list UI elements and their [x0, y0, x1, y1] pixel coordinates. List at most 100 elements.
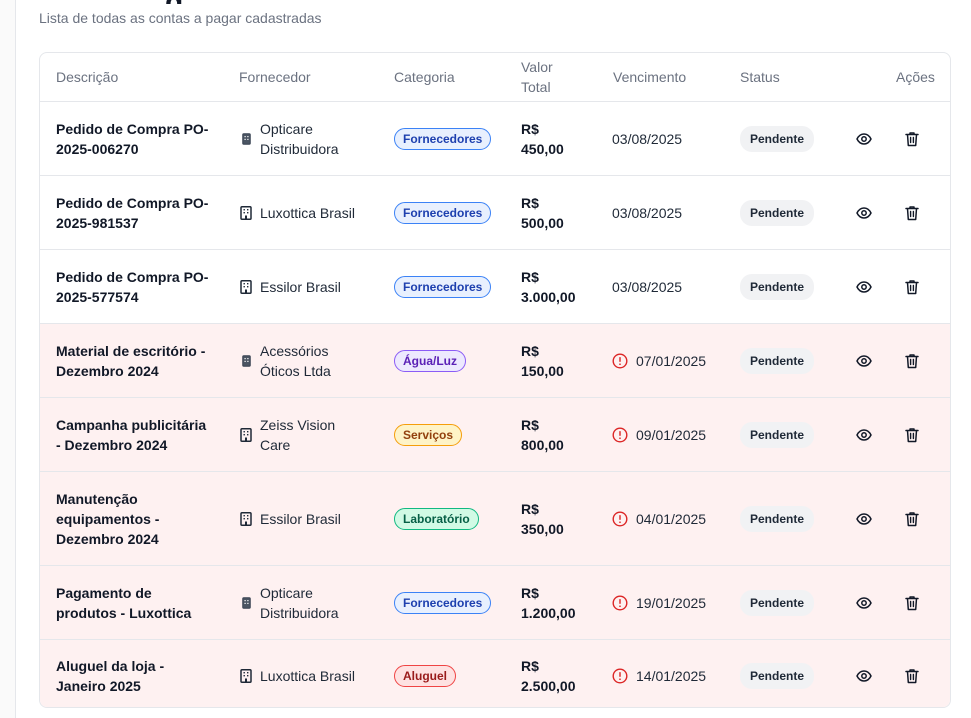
header-descricao[interactable]: Descrição	[56, 53, 118, 101]
supplier-name-line: Distribuidora	[260, 604, 339, 621]
due-date: 03/08/2025	[612, 278, 683, 295]
currency-symbol: R$	[521, 194, 539, 211]
supplier-cell: Essilor Brasil	[240, 250, 380, 323]
due-date-cell: 04/01/2025	[612, 472, 706, 565]
building-icon	[240, 669, 252, 683]
currency-symbol: R$	[521, 658, 539, 674]
view-action-cell	[856, 398, 872, 471]
description-line: Pedido de Compra PO-	[56, 268, 209, 285]
currency-symbol: R$	[521, 500, 539, 517]
amount: 800,00	[521, 436, 564, 453]
status-badge: Pendente	[740, 421, 815, 448]
description-line: 2025-981537	[56, 214, 139, 231]
trash-icon[interactable]	[905, 427, 919, 443]
left-rail	[0, 0, 16, 718]
amount: 500,00	[521, 214, 564, 231]
supplier-cell: Zeiss Vision Care	[240, 398, 380, 471]
trash-icon[interactable]	[905, 595, 919, 611]
supplier-cell: Opticare Distribuidora	[240, 566, 380, 639]
table-row: Aluguel da loja - Janeiro 2025 Luxottica B…	[40, 640, 950, 707]
delete-action-cell	[905, 472, 919, 565]
table-body: Pedido de Compra PO- 2025-006270 Opticare D…	[40, 102, 950, 707]
view-action-cell	[856, 566, 872, 639]
eye-icon[interactable]	[856, 668, 872, 684]
eye-icon[interactable]	[856, 131, 872, 147]
description-cell: Campanha publicitária - Dezembro 2024	[56, 398, 216, 471]
status-badge: Pendente	[740, 199, 815, 226]
alert-circle-icon	[612, 352, 628, 369]
trash-icon[interactable]	[905, 131, 919, 147]
delete-action-cell	[905, 324, 919, 397]
header-valor-total[interactable]: Valor Total	[521, 53, 553, 101]
status-cell: Pendente	[740, 176, 815, 249]
table-row: Pedido de Compra PO- 2025-577574 Essilor B…	[40, 250, 950, 324]
supplier-cell: Acessórios Óticos Ltda	[240, 324, 380, 397]
description-line: equipamentos -	[56, 510, 160, 527]
category-cell: Fornecedores	[394, 102, 492, 175]
due-date-cell: 09/01/2025	[612, 398, 706, 471]
supplier-name-line: Opticare	[260, 120, 313, 137]
view-action-cell	[856, 102, 872, 175]
description-line: produtos - Luxottica	[56, 604, 192, 621]
supplier-name-line: Care	[260, 436, 291, 453]
status-badge: Pendente	[740, 125, 815, 152]
amount: 2.500,00	[521, 678, 576, 694]
description-line: - Dezembro 2024	[56, 436, 168, 453]
building-icon	[240, 427, 252, 442]
page-title: g	[165, 0, 183, 4]
status-cell: Pendente	[740, 324, 815, 397]
table-row: Pagamento de produtos - Luxottica Opticare…	[40, 566, 950, 640]
header-status[interactable]: Status	[740, 53, 780, 101]
eye-icon[interactable]	[856, 511, 872, 527]
category-cell: Fornecedores	[394, 176, 492, 249]
supplier-name-line: Acessórios	[260, 342, 329, 359]
category-badge: Fornecedores	[394, 591, 492, 614]
description-cell: Manutenção equipamentos - Dezembro 2024	[56, 472, 216, 565]
description-line: Pagamento de	[56, 584, 152, 601]
category-cell: Serviços	[394, 398, 463, 471]
building-icon	[240, 354, 252, 367]
eye-icon[interactable]	[856, 353, 872, 369]
category-cell: Fornecedores	[394, 566, 492, 639]
trash-icon[interactable]	[905, 205, 919, 221]
category-badge: Fornecedores	[394, 127, 492, 150]
status-cell: Pendente	[740, 102, 815, 175]
view-action-cell	[856, 472, 872, 565]
accounts-payable-table: Descrição Fornecedor Categoria Valor Tot…	[39, 52, 951, 708]
status-cell: Pendente	[740, 250, 815, 323]
due-date: 19/01/2025	[636, 594, 707, 611]
category-cell: Água/Luz	[394, 324, 466, 397]
amount: 150,00	[521, 362, 564, 379]
supplier-cell: Luxottica Brasil	[240, 176, 380, 249]
status-cell: Pendente	[740, 472, 815, 565]
trash-icon[interactable]	[905, 668, 919, 684]
supplier-name-line: Zeiss Vision	[260, 416, 336, 433]
delete-action-cell	[905, 566, 919, 639]
due-date: 09/01/2025	[636, 426, 707, 443]
eye-icon[interactable]	[856, 279, 872, 295]
value-cell: R$ 1.200,00	[521, 566, 601, 639]
trash-icon[interactable]	[905, 353, 919, 369]
header-vencimento[interactable]: Vencimento	[613, 53, 686, 101]
trash-icon[interactable]	[905, 279, 919, 295]
trash-icon[interactable]	[905, 511, 919, 527]
header-categoria[interactable]: Categoria	[394, 53, 455, 101]
table-row: Pedido de Compra PO- 2025-006270 Opticare D…	[40, 102, 950, 176]
due-date-cell: 07/01/2025	[612, 324, 706, 397]
supplier-name-line: Óticos Ltda	[260, 362, 331, 379]
description-line: 2025-577574	[56, 288, 139, 305]
eye-icon[interactable]	[856, 427, 872, 443]
supplier-name-line: Opticare	[260, 584, 313, 601]
page-subtitle: Lista de todas as contas a pagar cadastr…	[39, 10, 322, 26]
view-action-cell	[856, 640, 872, 707]
eye-icon[interactable]	[856, 205, 872, 221]
eye-icon[interactable]	[856, 595, 872, 611]
status-badge: Pendente	[740, 589, 815, 616]
description-cell: Pedido de Compra PO- 2025-981537	[56, 176, 216, 249]
supplier-name-line: Luxottica Brasil	[260, 668, 355, 684]
header-fornecedor[interactable]: Fornecedor	[239, 53, 311, 101]
description-line: Pedido de Compra PO-	[56, 194, 209, 211]
description-line: Material de escritório -	[56, 342, 206, 359]
value-cell: R$ 450,00	[521, 102, 601, 175]
status-badge: Pendente	[740, 663, 815, 689]
